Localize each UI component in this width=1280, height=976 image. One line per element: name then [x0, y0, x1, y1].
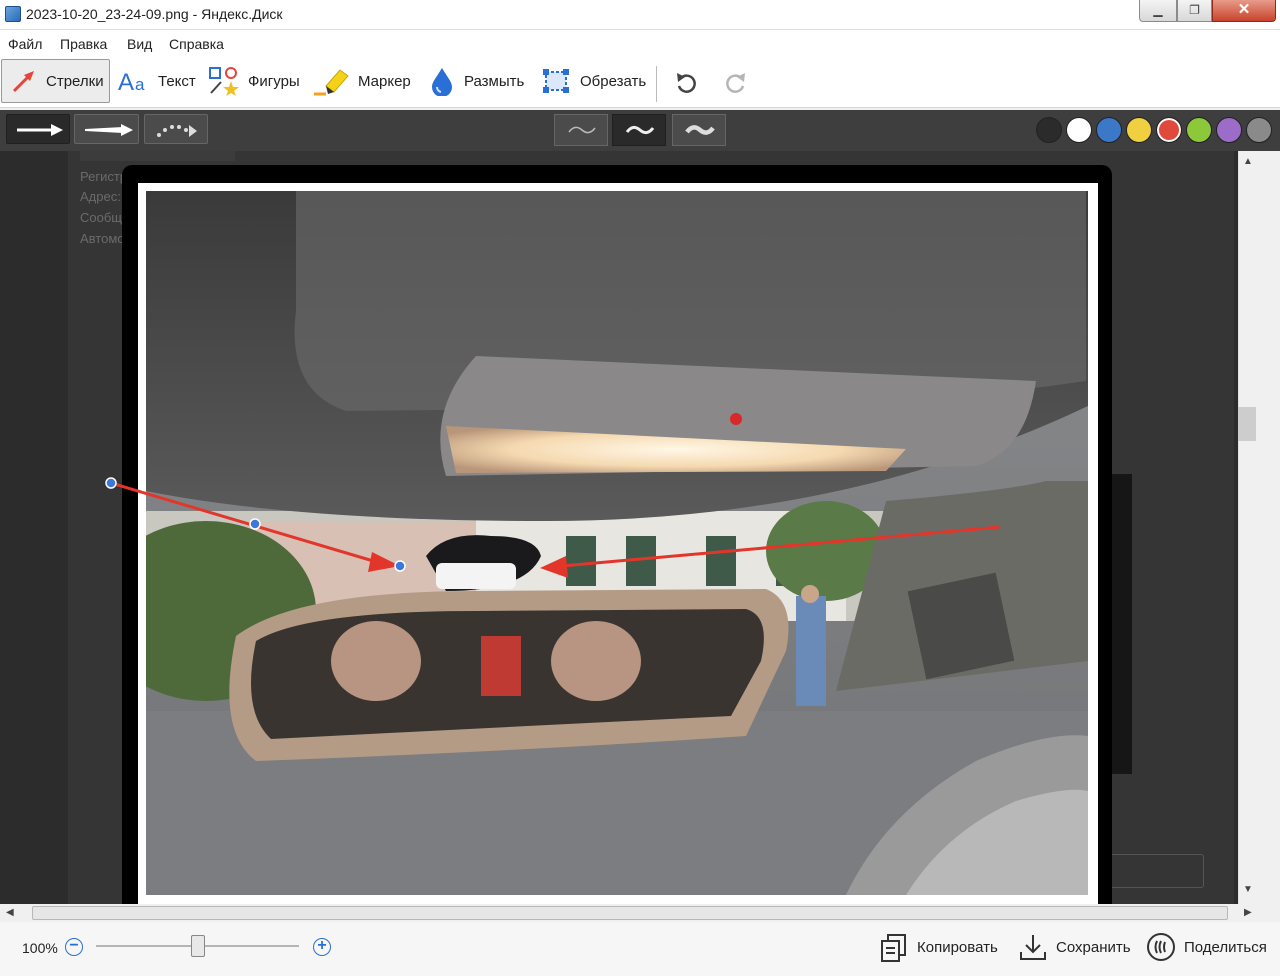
background-text-line: Адрес:	[80, 189, 121, 204]
color-black[interactable]	[1036, 117, 1062, 143]
scroll-down-icon[interactable]: ▼	[1243, 884, 1253, 895]
marker-tool-icon	[314, 67, 350, 96]
tool-crop-label: Обрезать	[580, 72, 647, 90]
save-label: Сохранить	[1056, 938, 1131, 956]
copy-label: Копировать	[917, 938, 998, 956]
arrow-tool-icon	[10, 67, 38, 95]
tool-crop[interactable]: Обрезать	[540, 59, 646, 103]
color-blue[interactable]	[1096, 117, 1122, 143]
menu-help[interactable]: Справка	[169, 36, 224, 52]
tool-shapes-label: Фигуры	[248, 72, 300, 90]
vertical-scrollbar[interactable]	[1238, 151, 1256, 904]
menu-file[interactable]: Файл	[8, 36, 42, 52]
tool-arrows[interactable]: Стрелки	[1, 59, 110, 103]
toolbar: Стрелки Aa Текст Фигуры Маркер Размыть О…	[0, 58, 1280, 108]
save-button[interactable]: Сохранить	[1018, 930, 1131, 964]
scroll-left-icon[interactable]: ◀	[6, 907, 14, 918]
background-text-line: Регистр	[80, 169, 128, 184]
share-button[interactable]: Поделиться	[1146, 930, 1267, 964]
text-tool-icon: Aa	[118, 67, 150, 95]
crop-tool-icon	[540, 67, 572, 95]
window-title: 2023-10-20_23-24-09.png - Яндекс.Диск	[26, 6, 283, 22]
color-purple[interactable]	[1216, 117, 1242, 143]
close-button[interactable]: ✕	[1212, 0, 1276, 22]
zoom-slider-thumb[interactable]	[191, 935, 205, 957]
title-bar: 2023-10-20_23-24-09.png - Яндекс.Диск ▁ …	[0, 0, 1280, 30]
background-document-bar	[80, 151, 235, 161]
tool-text[interactable]: Aa Текст	[118, 59, 196, 103]
horizontal-scroll-thumb[interactable]	[32, 906, 1228, 920]
svg-text:a: a	[135, 75, 145, 94]
minimize-button[interactable]: ▁	[1139, 0, 1177, 22]
toolbar-separator	[656, 66, 657, 102]
color-gray[interactable]	[1246, 117, 1272, 143]
tool-marker[interactable]: Маркер	[314, 59, 411, 103]
menu-edit[interactable]: Правка	[60, 36, 107, 52]
undo-icon[interactable]	[674, 70, 700, 96]
tool-text-label: Текст	[158, 72, 196, 90]
color-red[interactable]	[1156, 117, 1182, 143]
tool-marker-label: Маркер	[358, 72, 411, 90]
menu-view[interactable]: Вид	[127, 36, 152, 52]
app-icon	[5, 6, 21, 22]
redo-icon[interactable]	[722, 70, 748, 96]
zoom-out-button[interactable]: −	[65, 938, 83, 956]
scrollbar-gutter	[1256, 151, 1280, 904]
tool-shapes[interactable]: Фигуры	[208, 59, 300, 103]
svg-text:A: A	[118, 69, 134, 95]
scroll-up-icon[interactable]: ▲	[1243, 156, 1253, 167]
share-label: Поделиться	[1184, 938, 1267, 956]
photo	[146, 191, 1088, 895]
line-width-thin[interactable]	[554, 114, 608, 146]
background-text-line: Автомо	[80, 231, 125, 246]
line-width-medium[interactable]	[612, 114, 666, 146]
blur-tool-icon	[428, 67, 456, 96]
zoom-level: 100%	[22, 940, 58, 956]
scroll-right-icon[interactable]: ▶	[1244, 907, 1252, 918]
copy-icon	[879, 932, 909, 962]
color-green[interactable]	[1186, 117, 1212, 143]
arrow-solid-style[interactable]	[6, 114, 70, 144]
background-input	[1096, 854, 1204, 888]
background-text-line: Сообщ	[80, 210, 122, 225]
shapes-tool-icon	[208, 67, 240, 96]
color-white[interactable]	[1066, 117, 1092, 143]
maximize-button[interactable]: ❐	[1177, 0, 1212, 22]
tool-blur-label: Размыть	[464, 72, 525, 90]
tool-arrows-label: Стрелки	[46, 72, 104, 90]
vertical-scroll-thumb[interactable]	[1238, 407, 1256, 441]
download-icon	[1018, 932, 1048, 962]
color-yellow[interactable]	[1126, 117, 1152, 143]
share-icon	[1146, 932, 1176, 962]
copy-button[interactable]: Копировать	[879, 930, 998, 964]
arrow-thin-style[interactable]	[74, 114, 139, 144]
menu-bar: Файл Правка Вид Справка	[0, 30, 1280, 58]
line-width-thick[interactable]	[672, 114, 726, 146]
arrow-dotted-style[interactable]	[144, 114, 208, 144]
background-panel	[1110, 474, 1132, 774]
zoom-in-button[interactable]: +	[313, 938, 331, 956]
tool-blur[interactable]: Размыть	[428, 59, 524, 103]
